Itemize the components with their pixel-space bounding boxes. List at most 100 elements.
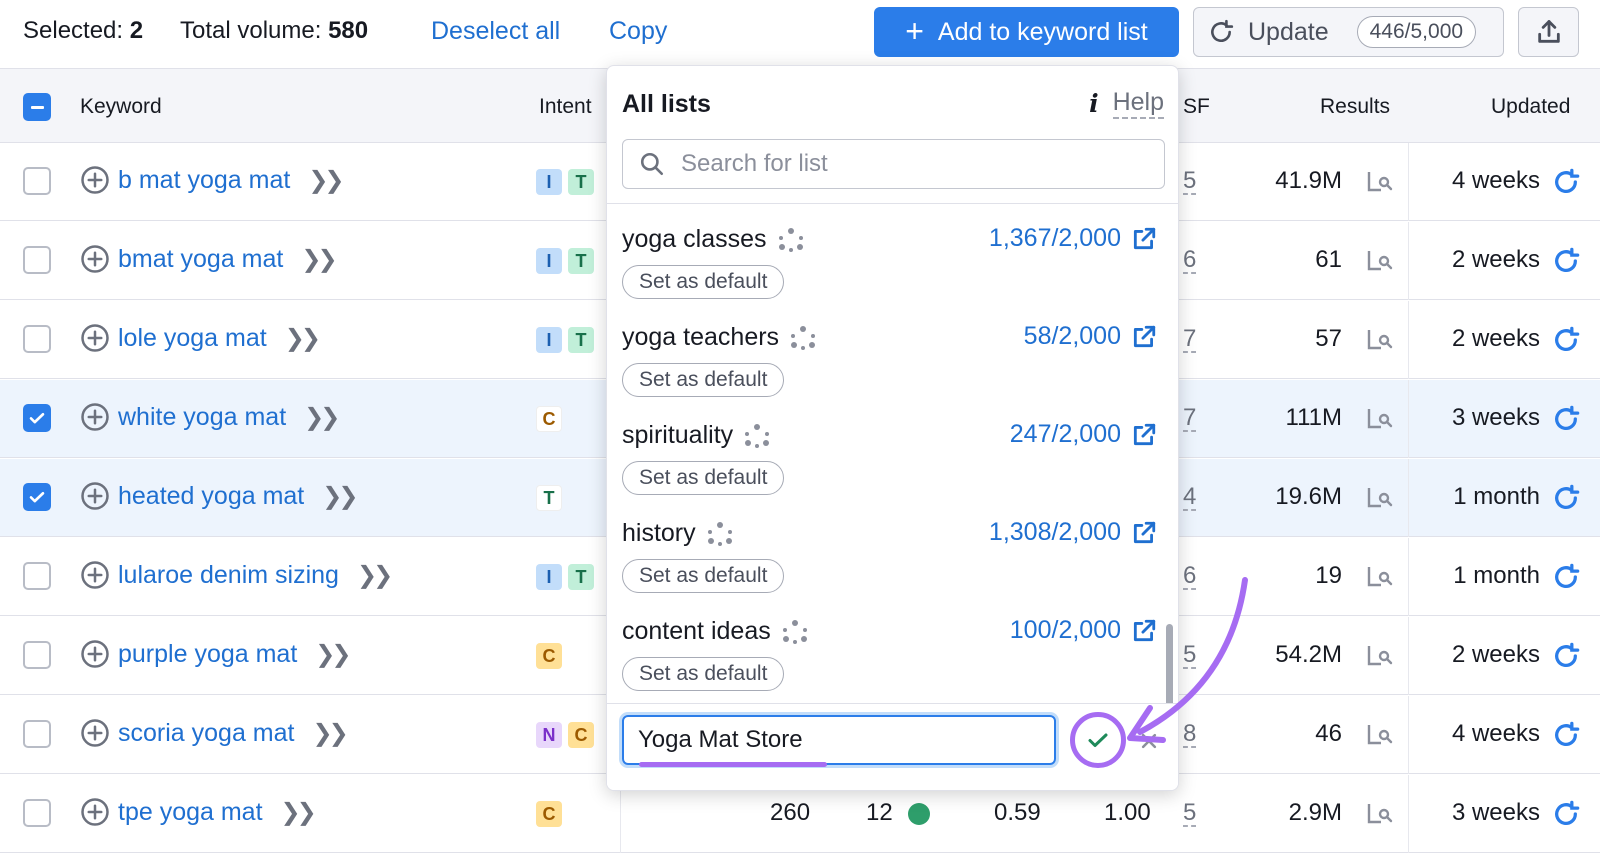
refresh-icon[interactable] xyxy=(1552,642,1580,670)
copy-link[interactable]: Copy xyxy=(609,17,667,46)
refresh-icon[interactable] xyxy=(1552,168,1580,196)
add-keyword-icon[interactable] xyxy=(80,797,110,827)
serp-preview-icon[interactable] xyxy=(1366,801,1394,825)
refresh-icon[interactable] xyxy=(1552,721,1580,749)
add-keyword-icon[interactable] xyxy=(80,560,110,590)
serp-preview-icon[interactable] xyxy=(1366,327,1394,351)
export-button[interactable] xyxy=(1518,7,1579,57)
refresh-icon[interactable] xyxy=(1552,326,1580,354)
serp-preview-icon[interactable] xyxy=(1366,564,1394,588)
column-header-sf[interactable]: SF xyxy=(1183,95,1210,119)
refresh-icon[interactable] xyxy=(1552,484,1580,512)
update-button[interactable]: Update 446/5,000 xyxy=(1193,7,1504,57)
new-list-name-input[interactable] xyxy=(638,726,1038,754)
row-checkbox[interactable] xyxy=(23,167,51,195)
list-count-link[interactable]: 100/2,000 xyxy=(1010,616,1157,645)
keyword-link[interactable]: white yoga mat xyxy=(118,403,286,432)
row-checkbox[interactable] xyxy=(23,246,51,274)
double-chevron-right-icon[interactable]: ❯❯ xyxy=(315,640,351,669)
double-chevron-right-icon[interactable]: ❯❯ xyxy=(281,798,317,827)
list-search-input[interactable] xyxy=(681,150,1141,178)
column-header-intent[interactable]: Intent xyxy=(539,95,592,119)
column-header-updated[interactable]: Updated xyxy=(1491,95,1570,119)
list-count-link[interactable]: 1,308/2,000 xyxy=(989,518,1157,547)
intent-cell: C xyxy=(536,801,562,827)
serp-preview-icon[interactable] xyxy=(1366,248,1394,272)
column-header-results[interactable]: Results xyxy=(1320,95,1390,119)
cancel-new-list-button[interactable] xyxy=(1134,726,1164,756)
row-checkbox[interactable] xyxy=(23,404,51,432)
lists-scrollbar[interactable] xyxy=(1166,624,1173,712)
keyword-list-item[interactable]: yoga classes 1,367/2,000 Set as default xyxy=(622,212,1157,310)
list-name: history xyxy=(622,519,734,548)
double-chevron-right-icon[interactable]: ❯❯ xyxy=(304,403,340,432)
double-chevron-right-icon[interactable]: ❯❯ xyxy=(322,482,358,511)
set-as-default-button[interactable]: Set as default xyxy=(622,559,785,593)
keyword-list-item[interactable]: spirituality 247/2,000 Set as default xyxy=(622,408,1157,506)
row-checkbox[interactable] xyxy=(23,641,51,669)
deselect-all-link[interactable]: Deselect all xyxy=(431,17,560,46)
set-as-default-button[interactable]: Set as default xyxy=(622,363,785,397)
row-checkbox[interactable] xyxy=(23,799,51,827)
double-chevron-right-icon[interactable]: ❯❯ xyxy=(285,324,321,353)
double-chevron-right-icon[interactable]: ❯❯ xyxy=(308,166,344,195)
double-chevron-right-icon[interactable]: ❯❯ xyxy=(312,719,348,748)
intent-cell: IT xyxy=(536,169,594,195)
serp-preview-icon[interactable] xyxy=(1366,485,1394,509)
add-keyword-icon[interactable] xyxy=(80,639,110,669)
select-all-checkbox[interactable] xyxy=(23,93,51,121)
external-link-icon xyxy=(1133,325,1156,347)
serp-features-count[interactable]: 7 xyxy=(1183,406,1197,432)
serp-features-count[interactable]: 6 xyxy=(1183,248,1197,274)
serp-features-count[interactable]: 5 xyxy=(1183,643,1197,669)
double-chevron-right-icon[interactable]: ❯❯ xyxy=(301,245,337,274)
set-as-default-button[interactable]: Set as default xyxy=(622,461,785,495)
list-count-link[interactable]: 1,367/2,000 xyxy=(989,224,1157,253)
keyword-link[interactable]: b mat yoga mat xyxy=(118,166,290,195)
row-checkbox[interactable] xyxy=(23,562,51,590)
keyword-list-item[interactable]: history 1,308/2,000 Set as default xyxy=(622,506,1157,604)
serp-features-count[interactable]: 6 xyxy=(1183,564,1197,590)
serp-features-count[interactable]: 5 xyxy=(1183,169,1197,195)
refresh-icon[interactable] xyxy=(1552,247,1580,275)
add-keyword-icon[interactable] xyxy=(80,718,110,748)
keyword-link[interactable]: scoria yoga mat xyxy=(118,719,294,748)
row-checkbox[interactable] xyxy=(23,325,51,353)
serp-preview-icon[interactable] xyxy=(1366,643,1394,667)
refresh-icon[interactable] xyxy=(1552,800,1580,828)
keyword-link[interactable]: bmat yoga mat xyxy=(118,245,283,274)
serp-features-count[interactable]: 8 xyxy=(1183,722,1197,748)
keyword-list-item[interactable]: content ideas 100/2,000 Set as default xyxy=(622,604,1157,702)
add-to-keyword-list-button[interactable]: + Add to keyword list xyxy=(874,7,1179,57)
keyword-link[interactable]: lularoe denim sizing xyxy=(118,561,339,590)
add-keyword-icon[interactable] xyxy=(80,323,110,353)
serp-preview-icon[interactable] xyxy=(1366,722,1394,746)
serp-features-count[interactable]: 7 xyxy=(1183,327,1197,353)
list-count-link[interactable]: 247/2,000 xyxy=(1010,420,1157,449)
serp-features-count[interactable]: 4 xyxy=(1183,485,1197,511)
row-checkbox[interactable] xyxy=(23,720,51,748)
list-count-link[interactable]: 58/2,000 xyxy=(1024,322,1157,351)
keyword-link[interactable]: purple yoga mat xyxy=(118,640,297,669)
add-keyword-icon[interactable] xyxy=(80,402,110,432)
set-as-default-button[interactable]: Set as default xyxy=(622,657,785,691)
keyword-link[interactable]: lole yoga mat xyxy=(118,324,267,353)
serp-features-count[interactable]: 5 xyxy=(1183,801,1197,827)
refresh-icon[interactable] xyxy=(1552,405,1580,433)
help-link[interactable]: i Help xyxy=(1089,88,1164,119)
set-as-default-button[interactable]: Set as default xyxy=(622,265,785,299)
column-header-keyword[interactable]: Keyword xyxy=(80,95,162,119)
row-checkbox[interactable] xyxy=(23,483,51,511)
keyword-list-item[interactable]: yoga teachers 58/2,000 Set as default xyxy=(622,310,1157,408)
serp-preview-icon[interactable] xyxy=(1366,169,1394,193)
keyword-link[interactable]: heated yoga mat xyxy=(118,482,304,511)
keyword-link[interactable]: tpe yoga mat xyxy=(118,798,263,827)
intent-cell: IT xyxy=(536,564,594,590)
add-keyword-icon[interactable] xyxy=(80,481,110,511)
double-chevron-right-icon[interactable]: ❯❯ xyxy=(357,561,393,590)
add-keyword-icon[interactable] xyxy=(80,244,110,274)
serp-preview-icon[interactable] xyxy=(1366,406,1394,430)
add-keyword-icon[interactable] xyxy=(80,165,110,195)
refresh-icon[interactable] xyxy=(1552,563,1580,591)
confirm-new-list-button[interactable] xyxy=(1070,712,1126,768)
